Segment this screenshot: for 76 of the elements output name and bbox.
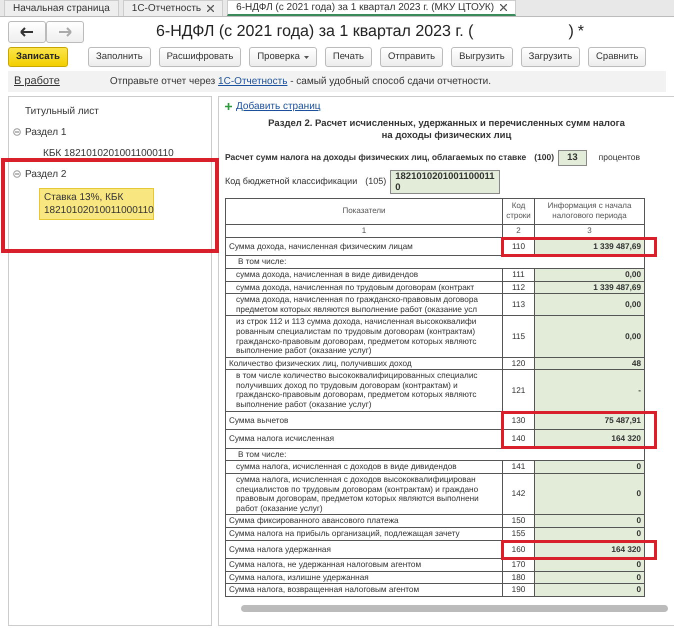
collapse-icon[interactable] [13,170,21,178]
add-page-link[interactable]: Добавить страниц [236,98,321,114]
value-field[interactable]: 48 [534,357,644,370]
indicator-cell: Сумма налога, возвращенная налоговым агентом [226,584,502,596]
line-code: (105) [365,175,386,188]
indicator-cell: Сумма налога на прибыль организаций, подлежащая зачету [226,528,502,540]
column-header: Информация с начала налогового периода [534,198,644,224]
left-arrow-icon [19,26,35,38]
document-title: 6-НДФЛ (с 2021 года) за 1 квартал 2023 г. ( [156,22,474,42]
tree-item[interactable]: КБК 18210102010011000110 [43,146,174,160]
kbk-field[interactable]: 1821010201001100011 0 [390,170,500,194]
line-code: (100) [534,151,554,164]
indicator-cell: Сумма налога исчисленная [226,430,502,448]
rate-field[interactable]: 13 [558,150,587,166]
value-field[interactable]: 1 339 487,69 [534,281,644,294]
indicator-cell: сумма дохода, начисленная в виде дивидендов [226,268,502,282]
tab[interactable]: Начальная страница [4,0,119,16]
indicator-cell: в том числе количество высококвалифицированных специалис получивших доход по трудовым договорам (контрактам) и гражданско-правовым договорам, предметом которых являютс выполнение работ (оказание услуг) [226,370,502,412]
scrollbar[interactable] [241,604,668,612]
value-field[interactable]: 0,00 [534,268,644,282]
column-header: Код строки [502,198,534,224]
toolbar-button[interactable]: Загрузить [520,47,580,67]
document-title: ) [568,22,574,42]
close-icon[interactable] [207,5,214,12]
tab[interactable]: 6-НДФЛ (с 2021 года) за 1 квартал 2023 г. (МКУ ЦТОУК) [227,0,516,16]
caret-icon [304,56,309,58]
indicator-cell: из строк 112 и 113 сумма дохода, начисленная высококвалифи рованным специалистам по трудовым договорам (контрактам) гражданско-правовым договорам, предметом которых являютс выполнение работ (оказание услуг) [226,316,502,358]
indicator-cell: Сумма фиксированного авансового платежа [226,514,502,528]
value-field[interactable]: - [534,370,644,412]
value-field[interactable]: 0 [534,584,644,596]
status-link[interactable]: В работе [14,73,60,90]
toolbar-button[interactable]: Заполнить [88,47,151,67]
modified-mark: * [578,22,584,42]
indicator-cell: сумма дохода, начисленная по гражданско-правовым договора предметом которых являются выполнение работ (оказание усл [226,294,502,316]
value-field[interactable]: 0 [534,460,644,474]
rate-label: Расчет сумм налога на доходы физических лиц, облагаемых по ставке [225,151,526,164]
close-icon[interactable] [500,4,508,11]
section-title: Раздел 2. Расчет исчисленных, удержанных и перечисленных сумм налога на доходы физических лиц [267,118,626,142]
otchetnost-link[interactable]: 1С-Отчетность [218,76,288,87]
indicator-cell: Сумма дохода, начисленная физическим лицам [226,237,502,256]
value-field[interactable]: 0 [534,528,644,540]
value-field[interactable]: 0,00 [534,294,644,316]
rate-unit: процентов [598,151,640,164]
tab[interactable]: 1С-Отчетность [122,0,224,16]
plus-icon [225,102,232,110]
kbk-label: Код бюджетной классификации [225,175,358,188]
toolbar-button[interactable]: Отправить [380,47,444,67]
indicator-cell: Сумма вычетов [226,411,502,430]
value-field[interactable]: 0 [534,571,644,584]
back-button[interactable] [8,21,46,43]
right-arrow-icon [57,26,73,38]
column-number: 1 [226,224,502,238]
tree-item[interactable]: Раздел 2 [25,166,66,182]
toolbar-button[interactable]: Выгрузить [451,47,513,67]
indicator-cell: сумма налога, исчисленная с доходов в виде дивидендов [226,460,502,474]
indicator-cell: сумма дохода, начисленная по трудовым договорам (контракт [226,281,502,294]
toolbar-button[interactable]: Печать [324,47,372,67]
column-header: Показатели [226,198,502,224]
tree-item[interactable]: Раздел 1 [25,124,66,140]
value-field[interactable]: 0 [534,474,644,515]
toolbar-button[interactable]: Сравнить [588,47,646,67]
value-field[interactable]: 0,00 [534,316,644,358]
tree-item[interactable]: Титульный лист [25,104,99,118]
save-button[interactable]: Записать [8,47,68,67]
indicator-cell: Сумма налога, излишне удержанная [226,571,502,584]
indicator-cell: Сумма налога удержанная [226,540,502,559]
tree-item[interactable]: Ставка 13%, КБК 18210102010011000110 [39,188,154,220]
value-field[interactable]: 0 [534,514,644,528]
indicator-cell: сумма налога, исчисленная с доходов высококвалифицирован специалистов по трудовым договорам (контрактам) и граждано правовым договорам, предметом которых являются выполнени работ (оказание услуг) [226,474,502,515]
collapse-icon[interactable] [13,128,21,136]
toolbar-button[interactable]: Проверка [249,47,317,67]
info-message: Отправьте отчет через 1С-Отчетность - самый удобный способ сдачи отчетности. [110,74,492,89]
toolbar-button[interactable]: Расшифровать [158,47,242,67]
indicator-cell: Сумма налога, не удержанная налоговым агентом [226,558,502,572]
subheading: В том числе: [226,256,644,268]
indicator-cell: Количество физических лиц, получивших доход [226,357,502,370]
